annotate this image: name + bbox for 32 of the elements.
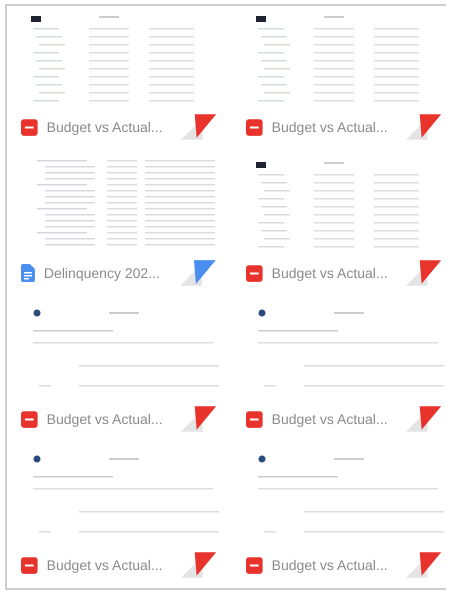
file-name: Budget vs Actual... xyxy=(46,411,164,427)
page-curl-icon xyxy=(180,406,216,432)
file-card[interactable]: Budget vs Actual... xyxy=(244,300,449,446)
pdf-icon xyxy=(21,410,38,428)
file-name: Budget vs Actual... xyxy=(46,557,164,573)
page-curl-icon xyxy=(180,552,216,578)
file-card[interactable]: Budget vs Actual... xyxy=(19,300,224,446)
pdf-icon xyxy=(246,410,263,428)
file-name: Budget vs Actual... xyxy=(46,119,164,135)
pdf-icon xyxy=(21,556,38,574)
pdf-icon xyxy=(246,118,263,136)
file-card[interactable]: Budget vs Actual... xyxy=(244,154,449,300)
page-curl-icon xyxy=(406,260,441,286)
file-card[interactable]: Delinquency 202... xyxy=(19,154,224,300)
page-curl-icon xyxy=(180,114,216,140)
pdf-icon xyxy=(246,264,263,282)
file-name: Budget vs Actual... xyxy=(272,265,389,281)
file-name: Delinquency 202... xyxy=(44,265,161,281)
page-curl-icon xyxy=(406,552,441,578)
file-card[interactable]: Budget vs Actual... xyxy=(19,446,224,592)
pdf-icon xyxy=(246,556,263,574)
file-card[interactable]: Budget vs Actual... xyxy=(244,446,449,592)
page-curl-icon xyxy=(180,260,216,286)
file-card[interactable]: Budget vs Actual... xyxy=(244,8,449,154)
document-icon xyxy=(21,264,35,282)
file-name: Budget vs Actual... xyxy=(272,557,389,573)
file-name: Budget vs Actual... xyxy=(272,119,389,135)
file-card[interactable]: Budget vs Actual... xyxy=(19,8,224,154)
page-curl-icon xyxy=(406,406,441,432)
page-curl-icon xyxy=(406,114,441,140)
pdf-icon xyxy=(21,118,38,136)
file-name: Budget vs Actual... xyxy=(272,411,389,427)
